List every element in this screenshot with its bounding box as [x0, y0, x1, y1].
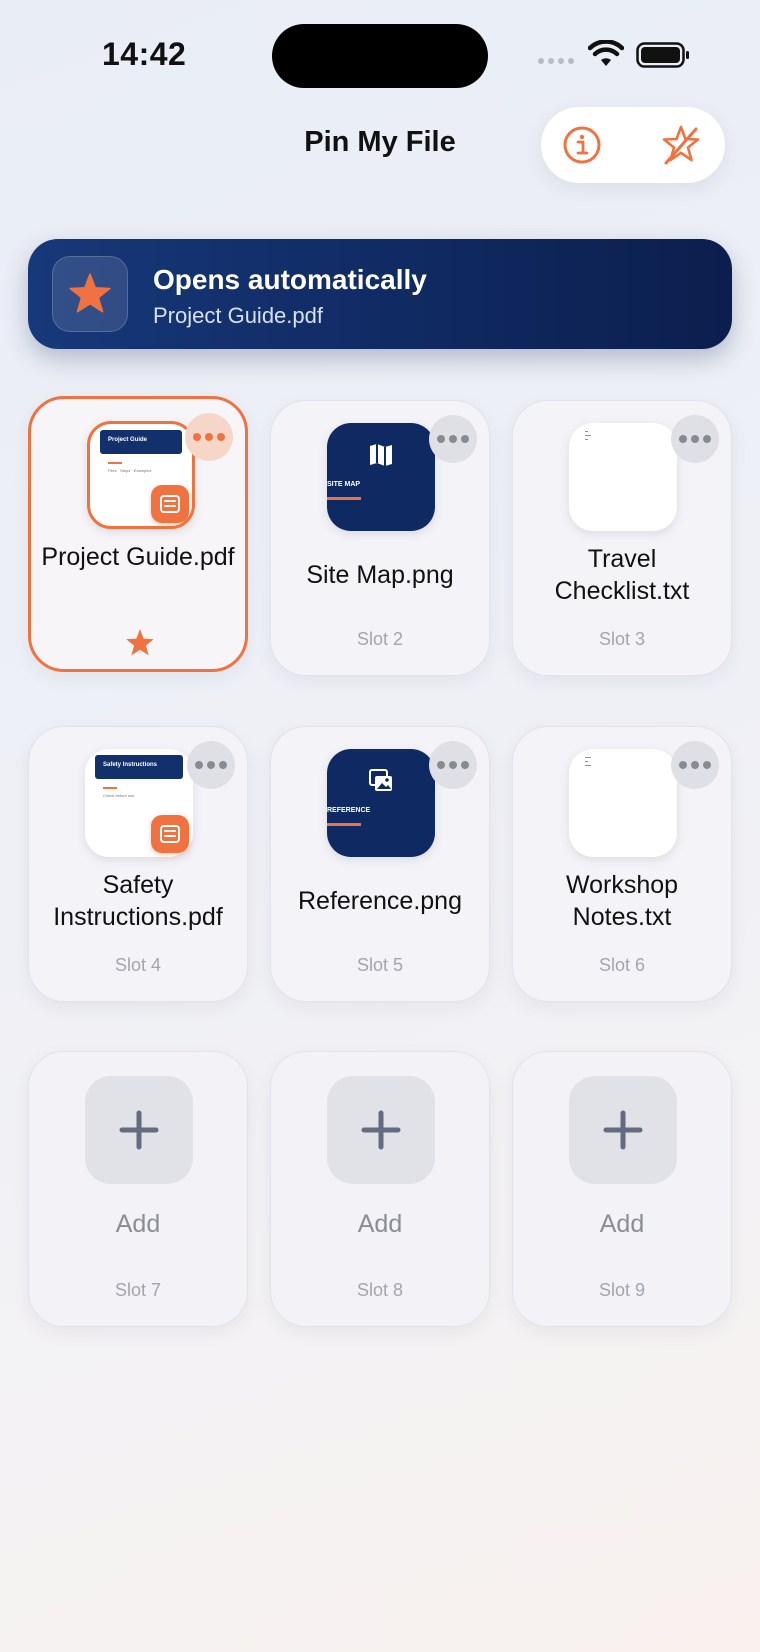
add-file-button[interactable] [327, 1076, 435, 1184]
slot-card-4[interactable]: Safety Instructions Check before use Saf… [28, 726, 248, 1002]
unpin-button[interactable] [659, 123, 703, 167]
banner-subtitle: Project Guide.pdf [153, 303, 323, 328]
map-icon [370, 444, 392, 466]
slot-card-6[interactable]: ▬▬ ▬ ▬▬ Workshop Notes.txt Slot 6 [512, 726, 732, 1002]
file-thumbnail: ▬▬ ▬ ▬▬ [569, 749, 677, 857]
file-name: Reference.png [297, 887, 462, 915]
banner-icon-tile [52, 256, 128, 332]
thumbnail-rule [108, 462, 122, 464]
slot-label: Slot 5 [356, 955, 404, 975]
info-circle-icon [563, 126, 601, 164]
slot-label: Slot 9 [598, 1280, 646, 1300]
add-label: Add [357, 1210, 403, 1238]
status-bar: 14:42 [0, 0, 760, 110]
auto-open-banner[interactable]: Opens automatically Project Guide.pdf [28, 239, 732, 349]
cellular-signal-icon [538, 58, 574, 64]
battery-icon [636, 42, 689, 68]
status-time: 14:42 [102, 36, 187, 72]
slot-card-9[interactable]: Add Slot 9 [512, 1051, 732, 1327]
file-thumbnail: REFERENCE [327, 749, 435, 857]
text-preview-lines: ▬ ▬▬ ▬ [585, 429, 591, 441]
star-icon [69, 273, 111, 313]
plus-icon [361, 1110, 401, 1150]
slot-label: Slot 2 [356, 629, 404, 649]
plus-icon [119, 1110, 159, 1150]
file-name: Workshop Notes.txt [565, 871, 679, 931]
pinned-star-icon [126, 629, 154, 656]
file-name: Project Guide.pdf [41, 543, 235, 571]
slot-label: Slot 4 [114, 955, 162, 975]
thumbnail-label: REFERENCE [327, 807, 371, 814]
plus-icon [603, 1110, 643, 1150]
slot-card-7[interactable]: Add Slot 7 [28, 1051, 248, 1327]
slot-label: Slot 8 [356, 1280, 404, 1300]
thumbnail-text: Check before use [103, 793, 135, 798]
add-label: Add [115, 1210, 161, 1238]
slot-card-2[interactable]: SITE MAP Site Map.png Slot 2 [270, 400, 490, 676]
add-label: Add [599, 1210, 645, 1238]
more-options-button[interactable] [187, 741, 235, 789]
slot-card-1[interactable]: Project Guide Files · Steps · Examples P… [28, 396, 248, 672]
toolbar-pill [541, 107, 725, 183]
thumbnail-title: Safety Instructions [103, 762, 158, 768]
thumbnail-text: Files · Steps · Examples [108, 468, 152, 473]
slot-card-3[interactable]: ▬ ▬▬ ▬ Travel Checklist.txt Slot 3 [512, 400, 732, 676]
file-thumbnail: ▬ ▬▬ ▬ [569, 423, 677, 531]
more-options-button[interactable] [185, 413, 233, 461]
star-slash-icon [662, 125, 700, 165]
file-name: Safety Instructions.pdf [53, 871, 223, 931]
thumbnail-title: Project Guide [108, 437, 148, 443]
file-name: Travel Checklist.txt [554, 545, 690, 605]
thumbnail-rule [103, 787, 117, 789]
slot-label: Slot 7 [114, 1280, 162, 1300]
more-options-button[interactable] [429, 741, 477, 789]
slot-card-5[interactable]: REFERENCE Reference.png Slot 5 [270, 726, 490, 1002]
text-preview-lines: ▬▬ ▬ ▬▬ [585, 755, 591, 767]
add-file-button[interactable] [569, 1076, 677, 1184]
banner-title: Opens automatically [153, 264, 427, 295]
file-name: Site Map.png [306, 561, 454, 589]
add-file-button[interactable] [85, 1076, 193, 1184]
wifi-icon [588, 40, 624, 66]
slot-label: Slot 3 [598, 629, 646, 649]
slot-label: Slot 6 [598, 955, 646, 975]
more-options-button[interactable] [429, 415, 477, 463]
more-options-button[interactable] [671, 741, 719, 789]
dynamic-island [272, 24, 488, 88]
pdf-badge-icon [151, 815, 189, 853]
pdf-badge-icon [151, 485, 189, 523]
file-thumbnail: SITE MAP [327, 423, 435, 531]
thumbnail-rule [327, 497, 361, 500]
info-button[interactable] [560, 123, 604, 167]
thumbnail-rule [327, 823, 361, 826]
photo-icon [369, 769, 392, 791]
thumbnail-label: SITE MAP [327, 481, 361, 488]
slot-card-8[interactable]: Add Slot 8 [270, 1051, 490, 1327]
more-options-button[interactable] [671, 415, 719, 463]
